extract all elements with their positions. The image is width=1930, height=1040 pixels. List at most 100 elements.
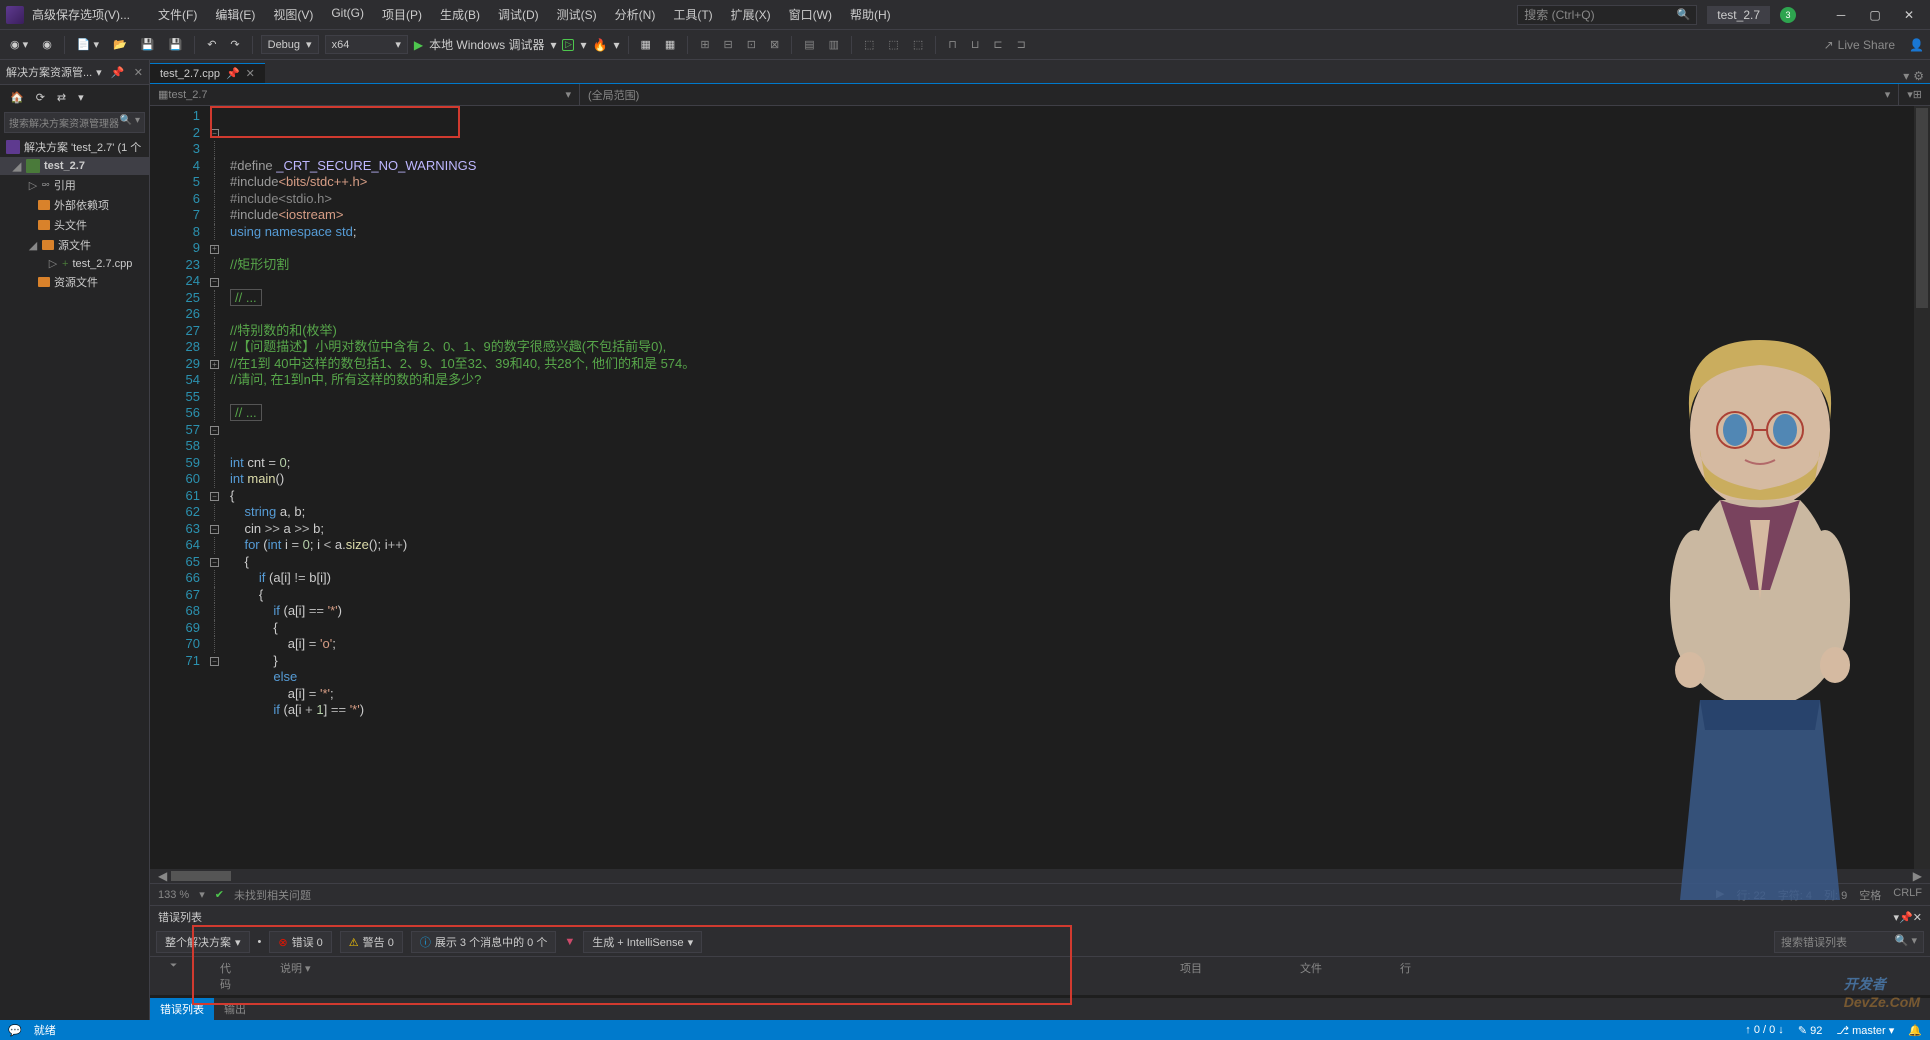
tb-icon-9[interactable]: ⬚ — [860, 36, 878, 53]
tb-icon-11[interactable]: ⬚ — [909, 36, 927, 53]
platform-combo[interactable]: x64▾ — [325, 35, 408, 54]
menu-file[interactable]: 文件(F) — [150, 2, 205, 27]
menu-debug[interactable]: 调试(D) — [490, 2, 547, 27]
open-button[interactable]: 📂 — [109, 36, 131, 53]
pin-icon[interactable]: 📌 — [226, 67, 240, 80]
warnings-filter[interactable]: ⚠警告 0 — [340, 931, 403, 953]
col-line[interactable]: 行 — [1380, 960, 1431, 992]
menu-test[interactable]: 测试(S) — [549, 2, 605, 27]
liveshare-button[interactable]: ↗ Live Share 👤 — [1824, 38, 1924, 52]
back-button[interactable]: ◉ ▾ — [6, 36, 32, 53]
panel-close-icon[interactable]: ✕ — [134, 66, 143, 79]
tb-icon-5[interactable]: ⊡ — [743, 36, 760, 53]
tb-icon-4[interactable]: ⊟ — [720, 36, 737, 53]
solexp-search[interactable]: 搜索解决方案资源管理器 🔍 ▾ — [4, 112, 145, 133]
tb-icon-3[interactable]: ⊞ — [696, 36, 713, 53]
filter-icon[interactable]: ▼ — [564, 936, 575, 948]
tab-output[interactable]: 输出 — [214, 998, 256, 1020]
nav-scope[interactable]: ▦ test_2.7▾ — [150, 84, 580, 105]
maximize-button[interactable]: ▢ — [1860, 4, 1890, 26]
tree-extdeps[interactable]: 外部依赖项 — [0, 195, 149, 215]
code-content[interactable]: #define _CRT_SECURE_NO_WARNINGS#include<… — [230, 106, 1914, 869]
errorlist-search[interactable]: 搜索错误列表🔍 ▾ — [1774, 931, 1924, 953]
git-branch[interactable]: ⎇ master ▾ — [1836, 1024, 1894, 1037]
col-code[interactable]: 代码 — [200, 960, 260, 992]
tab-errorlist[interactable]: 错误列表 — [150, 998, 214, 1020]
tb-icon-1[interactable]: ▦ — [637, 36, 655, 53]
start-nodebug-button[interactable]: ▷ — [562, 39, 574, 51]
messages-filter[interactable]: ⓘ展示 3 个消息中的 0 个 — [411, 931, 556, 953]
menu-edit[interactable]: 编辑(E) — [207, 2, 263, 27]
pin-icon[interactable]: 📌 — [111, 66, 125, 79]
intellisense-filter[interactable]: 生成 + IntelliSense▾ — [583, 931, 702, 953]
notification-badge[interactable]: 3 — [1780, 7, 1796, 23]
tb-icon-7[interactable]: ▤ — [800, 36, 818, 53]
tab-close-icon[interactable]: ✕ — [246, 67, 255, 80]
forward-button[interactable]: ◉ — [38, 36, 56, 53]
saveall-button[interactable]: 💾 — [164, 36, 186, 53]
tree-headers[interactable]: 头文件 — [0, 215, 149, 235]
menu-help[interactable]: 帮助(H) — [842, 2, 899, 27]
menu-analyze[interactable]: 分析(N) — [607, 2, 664, 27]
tb-icon-12[interactable]: ⊓ — [944, 36, 961, 53]
menu-project[interactable]: 项目(P) — [374, 2, 430, 27]
col-file[interactable]: 文件 — [1280, 960, 1380, 992]
menu-window[interactable]: 窗口(W) — [781, 2, 840, 27]
tab-dropdown-icon[interactable]: ▾ — [1903, 69, 1909, 83]
zoom-level[interactable]: 133 % — [158, 889, 189, 901]
line-indicator[interactable]: 行: 22 — [1736, 887, 1765, 903]
chat-icon[interactable]: 💬 — [8, 1024, 22, 1037]
menu-view[interactable]: 视图(V) — [265, 2, 321, 27]
tb-icon-8[interactable]: ▥ — [825, 36, 843, 53]
config-combo[interactable]: Debug▾ — [261, 35, 319, 54]
more-icon[interactable]: ▾ — [74, 89, 88, 106]
tree-cpp-file[interactable]: ▷+test_2.7.cpp — [0, 255, 149, 272]
home-icon[interactable]: 🏠 — [6, 89, 28, 106]
debugger-label[interactable]: 本地 Windows 调试器 — [429, 36, 544, 53]
new-button[interactable]: 📄 ▾ — [73, 36, 103, 53]
close-icon[interactable]: ✕ — [1913, 911, 1922, 924]
git-updown[interactable]: ↑ 0 / 0 ↓ — [1745, 1024, 1784, 1036]
tb-icon-6[interactable]: ⊠ — [766, 36, 783, 53]
undo-button[interactable]: ↶ — [203, 36, 220, 53]
tab-settings-icon[interactable]: ⚙ — [1913, 69, 1924, 83]
redo-button[interactable]: ↷ — [226, 36, 243, 53]
start-debug-button[interactable]: ▶ — [414, 38, 423, 52]
git-commits[interactable]: ✎ 92 — [1798, 1024, 1823, 1037]
menu-git[interactable]: Git(G) — [323, 2, 372, 27]
tab-active[interactable]: test_2.7.cpp 📌 ✕ — [150, 63, 265, 83]
hot-reload-icon[interactable]: 🔥 — [593, 38, 608, 52]
code-editor[interactable]: 1234567892324252627282954555657585960616… — [150, 106, 1930, 869]
char-indicator[interactable]: 字符: 4 — [1778, 887, 1812, 903]
eol-indicator[interactable]: CRLF — [1893, 887, 1922, 903]
vertical-scrollbar[interactable] — [1914, 106, 1930, 869]
tree-resources[interactable]: 资源文件 — [0, 272, 149, 292]
menu-build[interactable]: 生成(B) — [432, 2, 488, 27]
menu-tools[interactable]: 工具(T) — [665, 2, 720, 27]
indent-indicator[interactable]: 空格 — [1859, 887, 1881, 903]
notif-icon[interactable]: 🔔 — [1908, 1024, 1922, 1037]
sync-icon[interactable]: ⇄ — [53, 89, 70, 106]
horizontal-scrollbar[interactable]: ◀ ▶ — [150, 869, 1930, 883]
split-icon[interactable]: ⊞ — [1913, 88, 1922, 101]
save-button[interactable]: 💾 — [137, 36, 159, 53]
search-input[interactable]: 搜索 (Ctrl+Q) 🔍 — [1517, 5, 1697, 25]
col-indicator[interactable]: 列: 9 — [1824, 887, 1847, 903]
tree-sources[interactable]: ◢源文件 — [0, 235, 149, 255]
col-project[interactable]: 项目 — [1160, 960, 1280, 992]
pin-icon[interactable]: 📌 — [1899, 911, 1913, 924]
tree-refs[interactable]: ▷▫◦引用 — [0, 175, 149, 195]
minimize-button[interactable]: ─ — [1826, 4, 1856, 26]
nav-type[interactable]: (全局范围)▾ — [580, 84, 1899, 105]
tb-icon-13[interactable]: ⊔ — [967, 36, 984, 53]
col-desc[interactable]: 说明 ▾ — [260, 960, 1160, 992]
fold-column[interactable]: −+−+−−−−− — [210, 106, 230, 869]
nav-member[interactable]: ▾⊞ — [1899, 84, 1930, 105]
close-button[interactable]: ✕ — [1894, 4, 1924, 26]
project-selector[interactable]: test_2.7 — [1707, 6, 1770, 24]
menu-extensions[interactable]: 扩展(X) — [723, 2, 779, 27]
errors-filter[interactable]: ⊗错误 0 — [269, 931, 331, 953]
tb-icon-10[interactable]: ⬚ — [884, 36, 902, 53]
tree-project[interactable]: ◢test_2.7 — [0, 157, 149, 175]
tb-icon-15[interactable]: ⊐ — [1013, 36, 1030, 53]
